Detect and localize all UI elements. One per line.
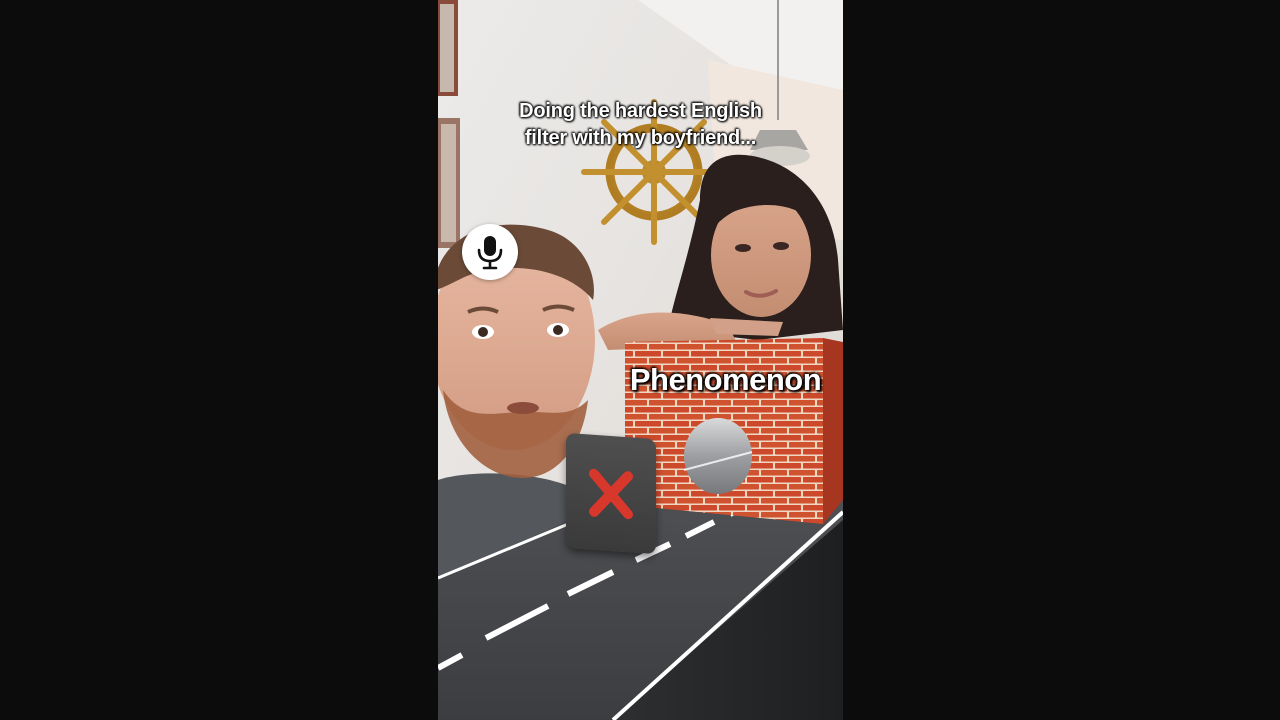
wrong-answer-badge [566,432,656,555]
wall-hole [684,418,752,494]
challenge-word: Phenomenon [629,362,822,397]
video-frame: Doing the hardest English filter with my… [438,0,843,720]
video-caption: Doing the hardest English filter with my… [438,98,843,152]
letterbox-background: Doing the hardest English filter with my… [0,0,1280,720]
microphone-button[interactable] [462,224,518,280]
microphone-icon [477,236,503,270]
caption-line-2: filter with my boyfriend... [524,127,757,149]
caption-line-1: Doing the hardest English [519,100,762,122]
x-mark-icon [589,468,633,519]
